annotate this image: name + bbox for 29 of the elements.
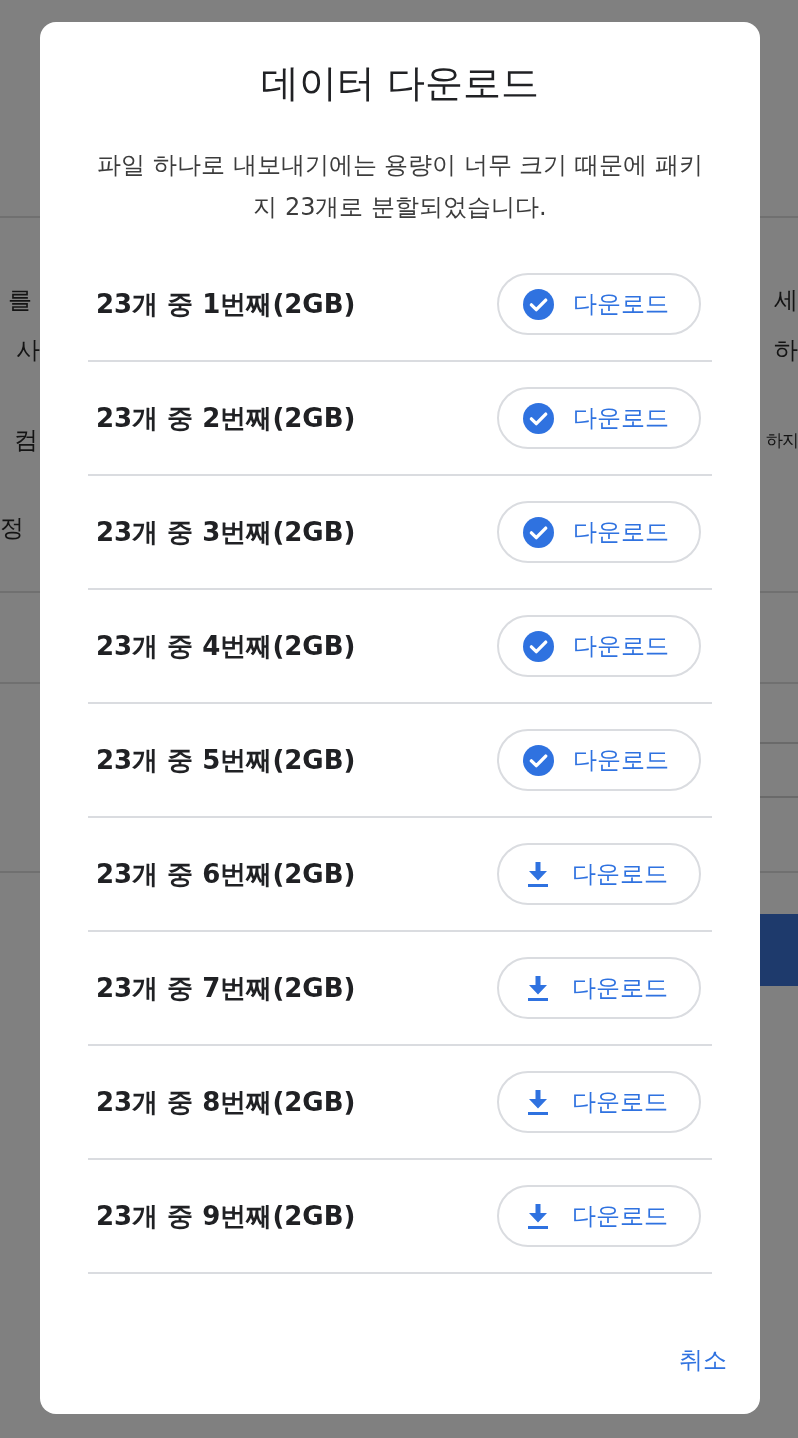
part-label: 23개 중 2번째(2GB) [96, 401, 356, 435]
download-button[interactable]: 다운로드 [497, 273, 701, 335]
background-text: 정 [0, 513, 24, 544]
download-button[interactable]: 다운로드 [497, 957, 701, 1019]
background-block [760, 914, 798, 986]
background-text: 를 [8, 285, 32, 316]
download-button[interactable]: 다운로드 [497, 615, 701, 677]
part-label: 23개 중 3번째(2GB) [96, 515, 356, 549]
download-button[interactable]: 다운로드 [497, 1185, 701, 1247]
download-button[interactable]: 다운로드 [497, 387, 701, 449]
background-text: 하 [774, 335, 798, 366]
part-label: 23개 중 8번째(2GB) [96, 1085, 356, 1119]
background-text: 세 [774, 285, 798, 316]
dialog-description: 파일 하나로 내보내기에는 용량이 너무 크기 때문에 패키지 23개로 분할되었습니다. [96, 150, 704, 223]
download-button[interactable]: 다운로드 [497, 501, 701, 563]
part-label: 23개 중 7번째(2GB) [96, 971, 356, 1005]
part-label: 23개 중 5번째(2GB) [96, 743, 356, 777]
cancel-button[interactable]: 취소 [671, 1336, 735, 1384]
part-label: 23개 중 6번째(2GB) [96, 857, 356, 891]
part-label: 23개 중 9번째(2GB) [96, 1199, 356, 1233]
part-label: 23개 중 4번째(2GB) [96, 629, 356, 663]
download-button[interactable]: 다운로드 [497, 843, 701, 905]
background-text: 하지 [766, 429, 798, 452]
download-button[interactable]: 다운로드 [497, 729, 701, 791]
download-button[interactable]: 다운로드 [497, 1071, 701, 1133]
dialog-title: 데이터 다운로드 [259, 60, 541, 107]
background-text: 컴 [14, 425, 38, 456]
background-text: 사 [16, 335, 40, 366]
part-label: 23개 중 1번째(2GB) [96, 287, 356, 321]
